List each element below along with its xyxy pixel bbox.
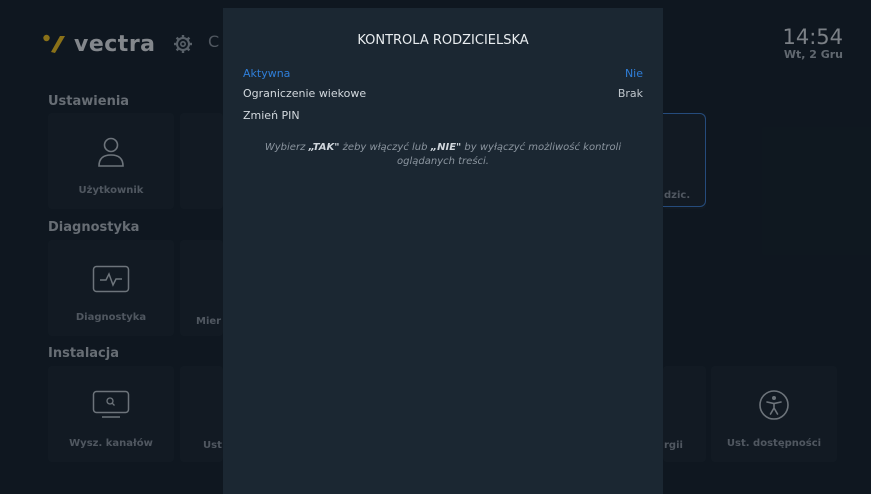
row-active[interactable]: Aktywna Nie: [243, 64, 643, 82]
help-text: Wybierz „TAK" żeby włączyć lub „NIE" by …: [253, 141, 633, 169]
parental-control-dialog: KONTROLA RODZICIELSKA Aktywna Nie Ograni…: [223, 8, 663, 494]
help-text-part: żeby włączyć lub: [339, 142, 431, 153]
help-text-nie: „NIE": [430, 142, 462, 153]
row-change-pin[interactable]: Zmień PIN: [243, 106, 643, 124]
row-age-limit[interactable]: Ograniczenie wiekowe Brak: [243, 84, 643, 102]
settings-screen: vectra C 14:54 Wt, 2 Gru Ustawienia Użyt…: [0, 0, 871, 494]
row-value: Brak: [617, 86, 643, 100]
help-text-tak: „TAK": [308, 142, 340, 153]
row-label: Zmień PIN: [243, 108, 300, 122]
row-value: Nie: [624, 66, 643, 80]
dialog-title: KONTROLA RODZICIELSKA: [357, 33, 529, 48]
help-text-part: Wybierz: [264, 142, 309, 153]
row-label: Ograniczenie wiekowe: [243, 86, 367, 100]
row-label: Aktywna: [243, 66, 291, 80]
